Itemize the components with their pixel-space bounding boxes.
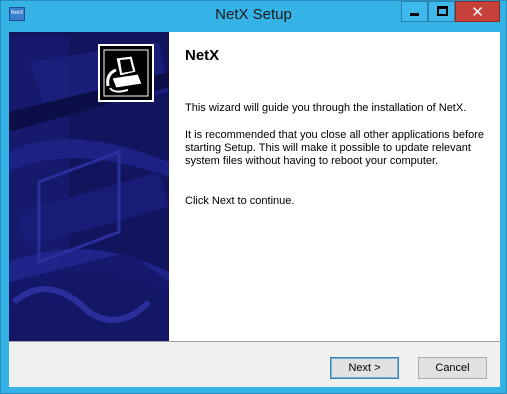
maximize-button[interactable] — [428, 1, 455, 22]
cancel-button[interactable]: Cancel — [418, 357, 487, 379]
wizard-client-area: NetX This wizard will guide you through … — [9, 32, 500, 387]
next-button[interactable]: Next > — [330, 357, 399, 379]
installer-logo — [98, 44, 154, 102]
page-title: NetX — [185, 47, 220, 64]
recommendation-text: It is recommended that you close all oth… — [185, 129, 484, 167]
close-button[interactable]: ✕ — [455, 1, 500, 22]
title-bar[interactable]: NetX NetX Setup ✕ — [1, 1, 506, 31]
wizard-banner — [9, 32, 169, 341]
minimize-button[interactable] — [401, 1, 428, 22]
setup-window: NetX NetX Setup ✕ NetX This wizard will … — [0, 0, 507, 394]
maximize-icon — [437, 6, 448, 16]
close-icon: ✕ — [471, 3, 484, 21]
wizard-content: NetX This wizard will guide you through … — [169, 32, 500, 341]
intro-text: This wizard will guide you through the i… — [185, 102, 467, 114]
continue-text: Click Next to continue. — [185, 195, 295, 207]
footer-divider — [9, 341, 500, 342]
installer-icon — [100, 46, 152, 100]
minimize-icon — [410, 13, 419, 16]
